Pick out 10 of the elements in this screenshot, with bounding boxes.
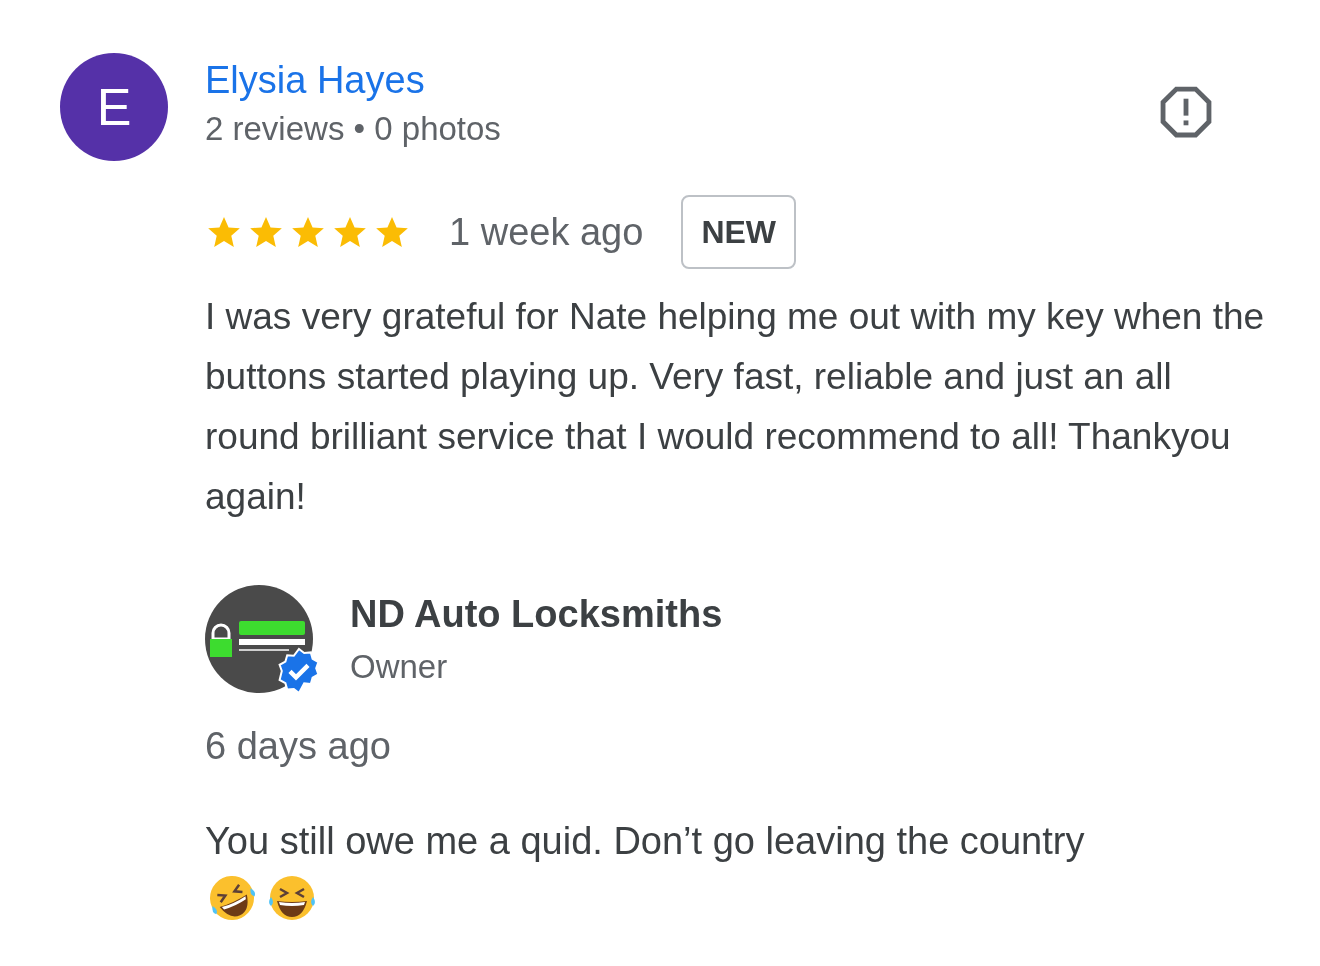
avatar[interactable]: E — [60, 53, 168, 161]
owner-name: ND Auto Locksmiths — [350, 592, 723, 637]
review-time: 1 week ago — [449, 209, 644, 255]
review-text: I was very grateful for Nate helping me out with my key when the buttons started playing up. Very fast, reliable and just an all round brilliant service that I would recommend to all! Thankyou again! — [205, 295, 1266, 519]
reviewer-name[interactable]: Elysia Hayes — [205, 55, 501, 105]
reviewer-stats: 2 reviews • 0 photos — [205, 109, 501, 149]
reply-time: 6 days ago — [205, 724, 392, 769]
reply-text: You still owe me a quid. Don’t go leaving the country — [205, 819, 1086, 864]
owner-role: Owner — [350, 647, 449, 687]
new-badge: NEW — [681, 195, 797, 269]
